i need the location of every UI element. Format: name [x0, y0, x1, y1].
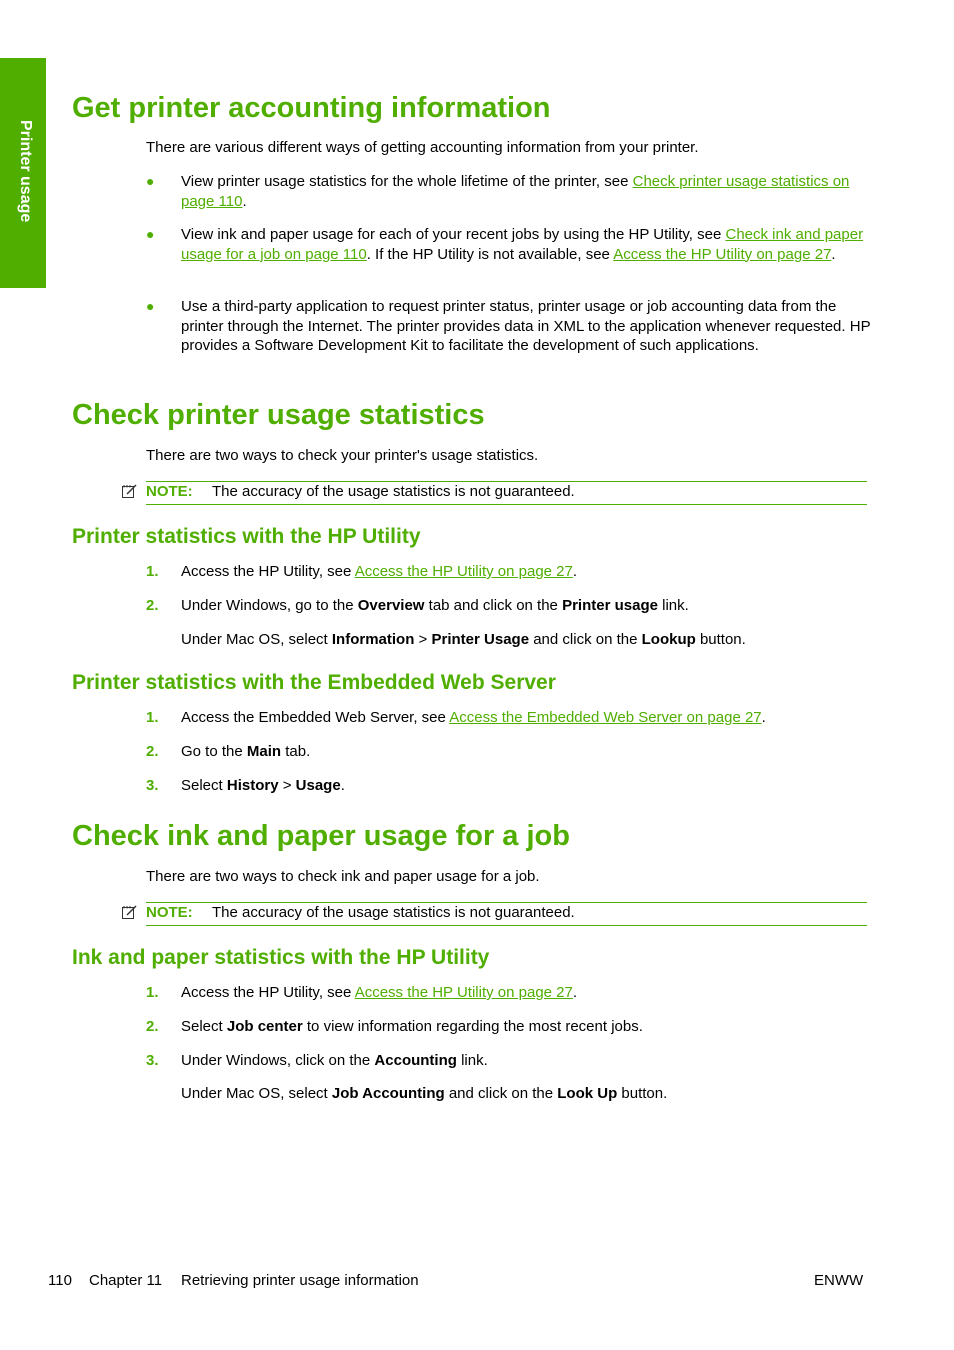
heading-printer-stats-hp-utility: Printer statistics with the HP Utility: [72, 525, 421, 548]
heading-check-ink-paper: Check ink and paper usage for a job: [72, 820, 570, 852]
intro-paragraph: There are various different ways of gett…: [146, 139, 699, 156]
link-access-hp-utility[interactable]: Access the HP Utility on page 27: [613, 246, 831, 263]
heading-ink-paper-hp-utility: Ink and paper statistics with the HP Uti…: [72, 946, 490, 969]
bullet-icon: ●: [146, 173, 155, 189]
note-label: NOTE:: [146, 904, 193, 921]
step-item: Go to the Main tab.: [181, 743, 311, 760]
intro-paragraph: There are two ways to check ink and pape…: [146, 868, 540, 885]
side-tab: Printer usage: [0, 58, 46, 288]
list-item: View ink and paper usage for each of you…: [181, 226, 864, 263]
bullet-icon: ●: [146, 226, 155, 242]
step-number: 3.: [146, 1052, 159, 1069]
list-item: View printer usage statistics for the wh…: [181, 173, 850, 210]
link-access-hp-utility[interactable]: Access the HP Utility on page 27: [355, 563, 573, 580]
step-item: Select Job center to view information re…: [181, 1018, 643, 1035]
step-number: 3.: [146, 777, 159, 794]
step-note-mac: Under Mac OS, select Job Accounting and …: [181, 1085, 668, 1102]
step-note-mac: Under Mac OS, select Information > Print…: [181, 631, 746, 648]
bullet-icon: ●: [146, 298, 155, 314]
step-number: 2.: [146, 743, 159, 760]
step-number: 2.: [146, 1018, 159, 1035]
list-item: Use a third-party application to request…: [181, 298, 871, 354]
footer-locale: ENWW: [814, 1272, 864, 1289]
footer-chapter: Chapter 11: [89, 1272, 163, 1289]
step-number: 2.: [146, 597, 159, 614]
step-number: 1.: [146, 709, 159, 726]
footer-chapter-title: Retrieving printer usage information: [181, 1272, 419, 1289]
note-icon: [122, 484, 137, 498]
note-text: The accuracy of the usage statistics is …: [212, 904, 575, 921]
step-number: 1.: [146, 563, 159, 580]
footer-page-number: 110: [48, 1272, 72, 1289]
side-tab-label: Printer usage: [17, 120, 34, 223]
heading-check-printer-usage: Check printer usage statistics: [72, 399, 485, 431]
link-access-ews[interactable]: Access the Embedded Web Server on page 2…: [449, 709, 761, 726]
note-text: The accuracy of the usage statistics is …: [212, 483, 575, 500]
step-item: Select History > Usage.: [181, 777, 345, 794]
step-number: 1.: [146, 984, 159, 1001]
heading-printer-stats-ews: Printer statistics with the Embedded Web…: [72, 671, 556, 694]
step-item: Access the HP Utility, see Access the HP…: [181, 563, 578, 580]
note-label: NOTE:: [146, 483, 193, 500]
note-box: NOTE: The accuracy of the usage statisti…: [146, 902, 867, 926]
note-box: NOTE: The accuracy of the usage statisti…: [146, 481, 867, 505]
intro-paragraph: There are two ways to check your printer…: [146, 447, 539, 464]
step-item: Under Windows, click on the Accounting l…: [181, 1052, 488, 1069]
step-item: Under Windows, go to the Overview tab an…: [181, 597, 689, 614]
link-access-hp-utility[interactable]: Access the HP Utility on page 27: [355, 984, 573, 1001]
note-icon: [122, 905, 137, 919]
heading-get-printer-accounting: Get printer accounting information: [72, 92, 551, 124]
step-item: Access the Embedded Web Server, see Acce…: [181, 709, 766, 726]
step-item: Access the HP Utility, see Access the HP…: [181, 984, 578, 1001]
